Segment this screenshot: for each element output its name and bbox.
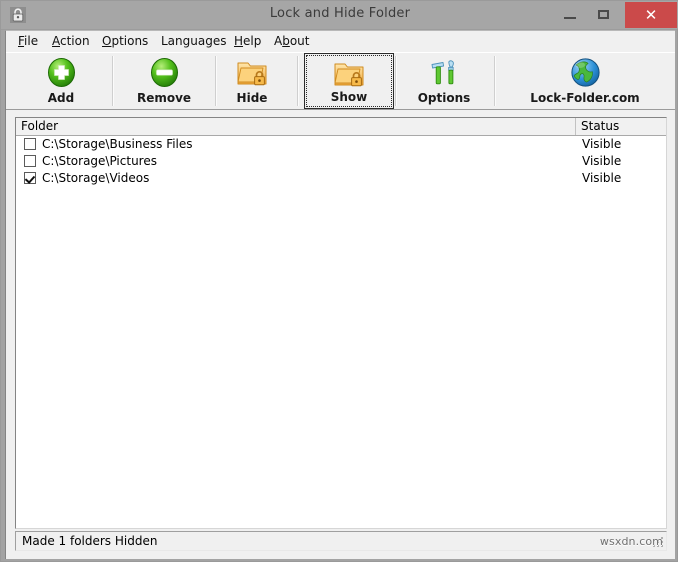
menu-item-options[interactable]: Options <box>102 34 148 48</box>
toolbar-button-options[interactable]: Options <box>396 53 492 109</box>
globe-icon <box>570 58 600 87</box>
menu-bar: File Action Options Languages Help About <box>6 31 675 52</box>
toolbar-button-label: Hide <box>236 91 268 105</box>
menu-item-file[interactable]: File <box>18 34 38 48</box>
toolbar-icon-wrap <box>216 56 288 89</box>
cell-folder-path: C:\Storage\Business Files <box>42 137 193 151</box>
menu-item-action[interactable]: Action <box>52 34 90 48</box>
table-row[interactable]: C:\Storage\Pictures Visible <box>16 153 666 170</box>
row-checkbox[interactable] <box>24 172 36 184</box>
green-minus-circle-icon <box>150 58 178 87</box>
cell-status: Visible <box>582 154 622 168</box>
toolbar-button-add[interactable]: Add <box>10 53 112 109</box>
status-bar: Made 1 folders Hidden wsxdn.com <box>15 531 667 551</box>
column-header-status[interactable]: Status <box>576 118 666 135</box>
menu-item-help[interactable]: Help <box>234 34 261 48</box>
maximize-icon <box>598 10 609 19</box>
green-plus-circle-icon <box>47 58 75 87</box>
toolbar-button-label: Lock-Folder.com <box>530 91 640 105</box>
toolbar-button-label: Remove <box>136 91 192 105</box>
row-checkbox[interactable] <box>24 155 36 167</box>
toolbar-separator <box>297 56 299 106</box>
cell-status: Visible <box>582 171 622 185</box>
folder-unlock-icon <box>334 63 363 87</box>
menu-item-about[interactable]: About <box>274 34 310 48</box>
minimize-icon <box>564 17 576 19</box>
watermark: wsxdn.com <box>599 535 663 548</box>
toolbar-button-lock-folder-com[interactable]: Lock-Folder.com <box>496 53 674 109</box>
close-button[interactable]: ✕ <box>625 2 677 28</box>
status-text: Made 1 folders Hidden <box>22 534 158 548</box>
hammer-screwdriver-icon <box>431 60 454 85</box>
table-row[interactable]: C:\Storage\Business Files Visible <box>16 136 666 153</box>
cell-folder-path: C:\Storage\Pictures <box>42 154 157 168</box>
toolbar: Add Remove Hide Show Options Lock-Folder.com <box>6 52 675 110</box>
row-checkbox[interactable] <box>24 138 36 150</box>
folder-lock-icon <box>237 62 266 86</box>
close-icon: ✕ <box>644 6 658 24</box>
maximize-button[interactable] <box>587 2 621 28</box>
folder-list-view[interactable]: Folder Status C:\Storage\Business Files Vi… <box>15 117 667 529</box>
toolbar-button-show[interactable]: Show <box>304 53 394 109</box>
title-bar: Lock and Hide Folder ✕ <box>1 1 678 30</box>
application-window: Lock and Hide Folder ✕ File Action Options… <box>0 0 678 562</box>
toolbar-icon-wrap <box>396 56 492 89</box>
toolbar-icon-wrap <box>305 57 393 90</box>
cell-status: Visible <box>582 137 622 151</box>
toolbar-button-label: Options <box>417 91 471 105</box>
toolbar-button-label: Show <box>330 90 368 104</box>
toolbar-button-remove[interactable]: Remove <box>113 53 215 109</box>
cell-folder-path: C:\Storage\Videos <box>42 171 150 185</box>
toolbar-button-hide[interactable]: Hide <box>216 53 288 109</box>
toolbar-button-label: Add <box>47 91 75 105</box>
list-rows: C:\Storage\Business Files Visible C:\Stora… <box>16 136 666 187</box>
table-row[interactable]: C:\Storage\Videos Visible <box>16 170 666 187</box>
minimize-button[interactable] <box>553 2 587 28</box>
menu-item-languages[interactable]: Languages <box>161 34 226 48</box>
toolbar-icon-wrap <box>496 56 674 89</box>
toolbar-icon-wrap <box>10 56 112 89</box>
column-header-folder[interactable]: Folder <box>16 118 576 135</box>
list-header: Folder Status <box>16 118 666 136</box>
toolbar-icon-wrap <box>113 56 215 89</box>
client-area: File Action Options Languages Help About Add R… <box>5 30 675 559</box>
